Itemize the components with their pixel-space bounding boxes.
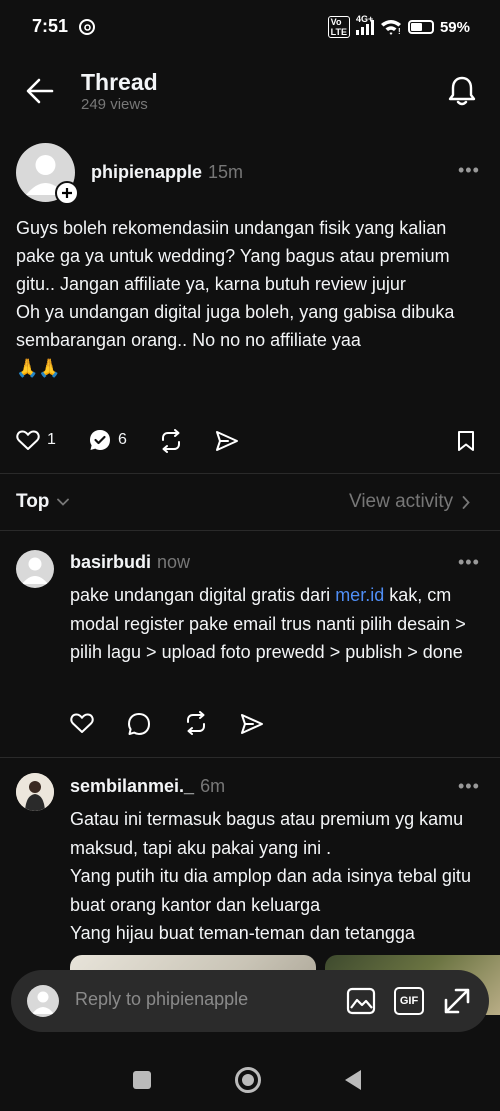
more-options-icon[interactable]: ••• <box>458 776 480 797</box>
system-nav-bar <box>0 1040 500 1111</box>
bell-icon[interactable] <box>447 75 477 107</box>
signal-icon: 4G+ <box>355 14 374 35</box>
like-action[interactable]: 1 <box>16 429 56 451</box>
back-arrow-icon[interactable] <box>26 78 54 104</box>
battery-percent: 59% <box>439 18 470 36</box>
reply-link[interactable]: mer.id <box>335 585 384 605</box>
share-icon[interactable] <box>215 430 239 452</box>
heart-icon[interactable] <box>16 429 40 451</box>
reply-time: now <box>157 552 191 572</box>
view-activity-label: View activity <box>349 491 454 512</box>
reply-time: 6m <box>200 776 226 796</box>
reply-check-icon[interactable] <box>89 429 111 451</box>
more-options-icon[interactable]: ••• <box>458 552 480 573</box>
post-text: Guys boleh rekomendasiin undangan fisik … <box>16 218 455 378</box>
bookmark-icon[interactable] <box>457 430 475 452</box>
reply-count: 6 <box>118 431 127 448</box>
heart-icon[interactable] <box>70 712 94 734</box>
share-icon[interactable] <box>240 713 264 735</box>
post-time: 15m <box>208 162 244 182</box>
avatar <box>27 985 59 1017</box>
repost-icon[interactable] <box>159 429 183 453</box>
divider <box>0 530 500 531</box>
reply-text-part: pake undangan digital gratis dari <box>70 585 336 605</box>
back-button[interactable] <box>344 1069 362 1091</box>
page-title: Thread <box>81 69 158 95</box>
reply-username[interactable]: sembilanmei._ <box>70 776 194 797</box>
status-time: 7:51 <box>32 16 69 36</box>
reply-text: Gatau ini termasuk bagus atau premium yg… <box>70 809 471 943</box>
home-button[interactable] <box>235 1067 261 1093</box>
like-count: 1 <box>47 431 56 448</box>
reply-username[interactable]: basirbudi <box>70 552 151 573</box>
volte-icon: Vo LTE <box>327 16 350 38</box>
post-username[interactable]: phipienapple <box>91 162 202 183</box>
more-options-icon[interactable]: ••• <box>458 160 480 181</box>
sort-label: Top <box>16 491 50 512</box>
post-author-line: phipienapple 15m <box>91 162 243 183</box>
comment-icon[interactable] <box>127 712 151 736</box>
repost-icon[interactable] <box>184 711 208 735</box>
divider <box>0 473 500 474</box>
reply-input[interactable]: Reply to phipienapple <box>75 989 248 1010</box>
image-icon[interactable] <box>346 987 376 1015</box>
follow-plus-icon[interactable] <box>55 181 79 205</box>
status-indicators: Vo LTE 4G+ ! 59% <box>327 14 470 38</box>
reply-author-line: basirbudi now <box>70 552 190 573</box>
reply-action[interactable]: 6 <box>89 429 127 451</box>
view-activity-link[interactable]: View activity <box>349 491 470 513</box>
threads-status-icon <box>78 18 96 36</box>
svg-text:!: ! <box>398 27 401 35</box>
reply-text: pake undangan digital gratis dari mer.id… <box>70 581 470 667</box>
view-count: 249 views <box>81 96 148 113</box>
reply-author-line: sembilanmei._ 6m <box>70 776 225 797</box>
chevron-right-icon <box>462 495 470 509</box>
recents-button[interactable] <box>133 1071 151 1089</box>
avatar[interactable] <box>16 550 54 588</box>
battery-icon <box>407 20 434 34</box>
chevron-down-icon <box>57 498 70 506</box>
avatar[interactable] <box>16 773 54 811</box>
expand-icon[interactable] <box>442 986 472 1016</box>
reply-composer[interactable]: Reply to phipienapple GIF <box>11 970 489 1032</box>
gif-icon[interactable]: GIF <box>394 987 424 1015</box>
wifi-icon: ! <box>380 19 402 35</box>
divider <box>0 757 500 758</box>
sort-dropdown[interactable]: Top <box>16 491 70 513</box>
